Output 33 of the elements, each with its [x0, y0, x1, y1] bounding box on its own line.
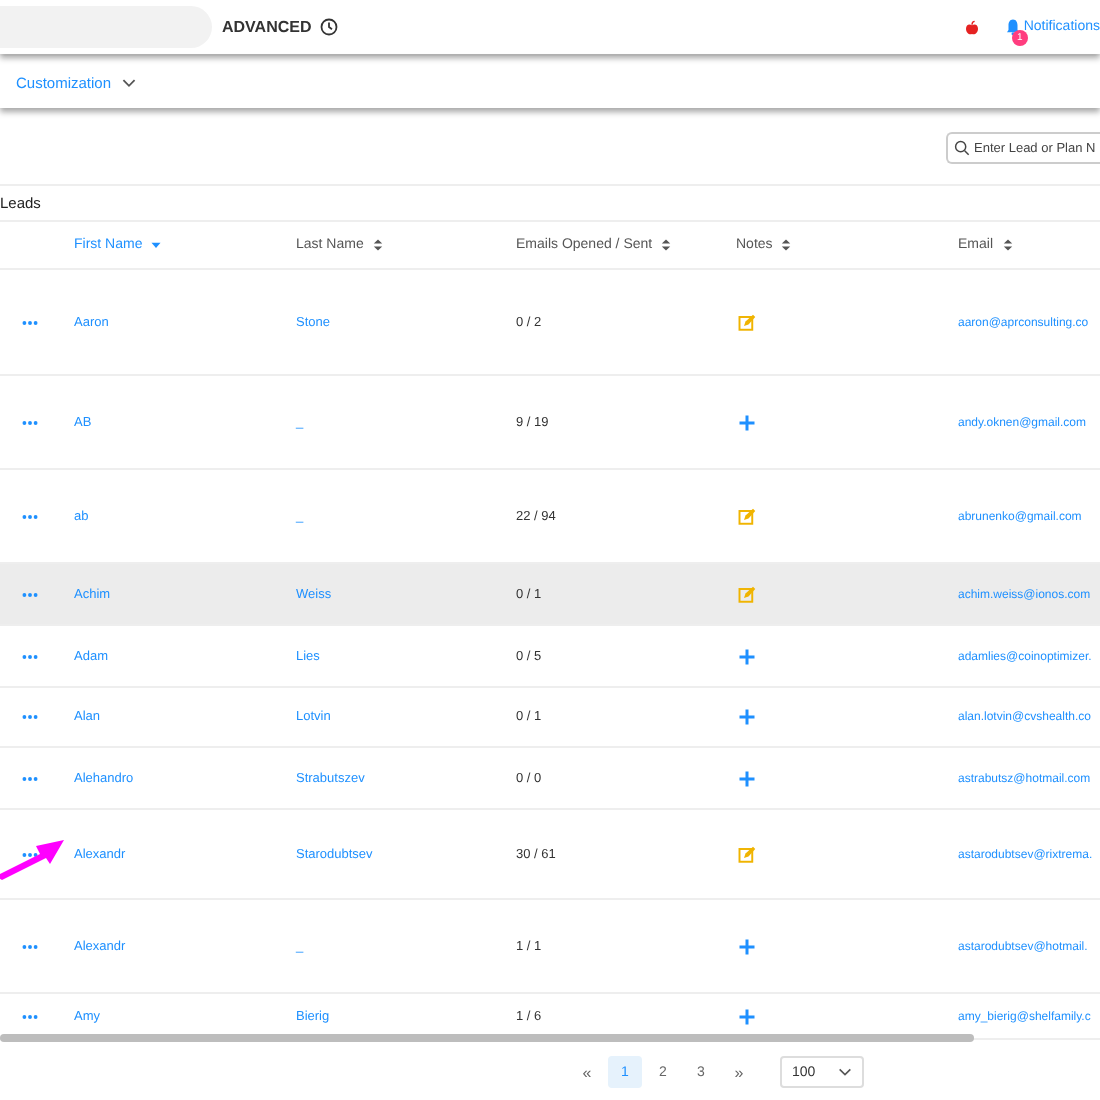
more-icon[interactable] — [22, 775, 38, 781]
search-icon[interactable] — [954, 140, 970, 156]
edit-note-icon[interactable] — [738, 845, 756, 863]
more-icon[interactable] — [22, 653, 38, 659]
plus-icon[interactable] — [738, 937, 756, 955]
edit-note-icon[interactable] — [738, 313, 756, 331]
last-page-button[interactable]: » — [722, 1056, 756, 1088]
more-icon[interactable] — [22, 851, 38, 857]
more-icon[interactable] — [22, 714, 38, 720]
sort-icon[interactable] — [1001, 238, 1014, 252]
mode-label: ADVANCED — [222, 18, 312, 36]
plus-icon[interactable] — [738, 1007, 756, 1025]
clock-icon[interactable] — [319, 18, 338, 36]
apple-icon[interactable] — [963, 19, 980, 35]
edit-note-icon[interactable] — [738, 507, 756, 525]
more-icon[interactable] — [22, 513, 38, 519]
more-icon[interactable] — [22, 1013, 38, 1019]
plus-icon[interactable] — [738, 769, 756, 787]
more-icon[interactable] — [22, 419, 38, 425]
first-page-button[interactable]: « — [570, 1056, 604, 1088]
plus-icon[interactable] — [738, 708, 756, 726]
chevron-down-icon[interactable] — [838, 1068, 852, 1076]
sort-icon[interactable] — [371, 238, 384, 252]
horizontal-scrollbar[interactable] — [0, 1034, 974, 1042]
plus-icon[interactable] — [738, 647, 756, 665]
plus-icon[interactable] — [738, 413, 756, 431]
sort-icon[interactable] — [660, 238, 673, 252]
chevron-down-icon[interactable] — [121, 77, 136, 87]
more-icon[interactable] — [22, 943, 38, 949]
sort-down-icon[interactable] — [150, 238, 163, 252]
sort-icon[interactable] — [780, 238, 793, 252]
more-icon[interactable] — [22, 319, 38, 325]
more-icon[interactable] — [22, 591, 38, 597]
